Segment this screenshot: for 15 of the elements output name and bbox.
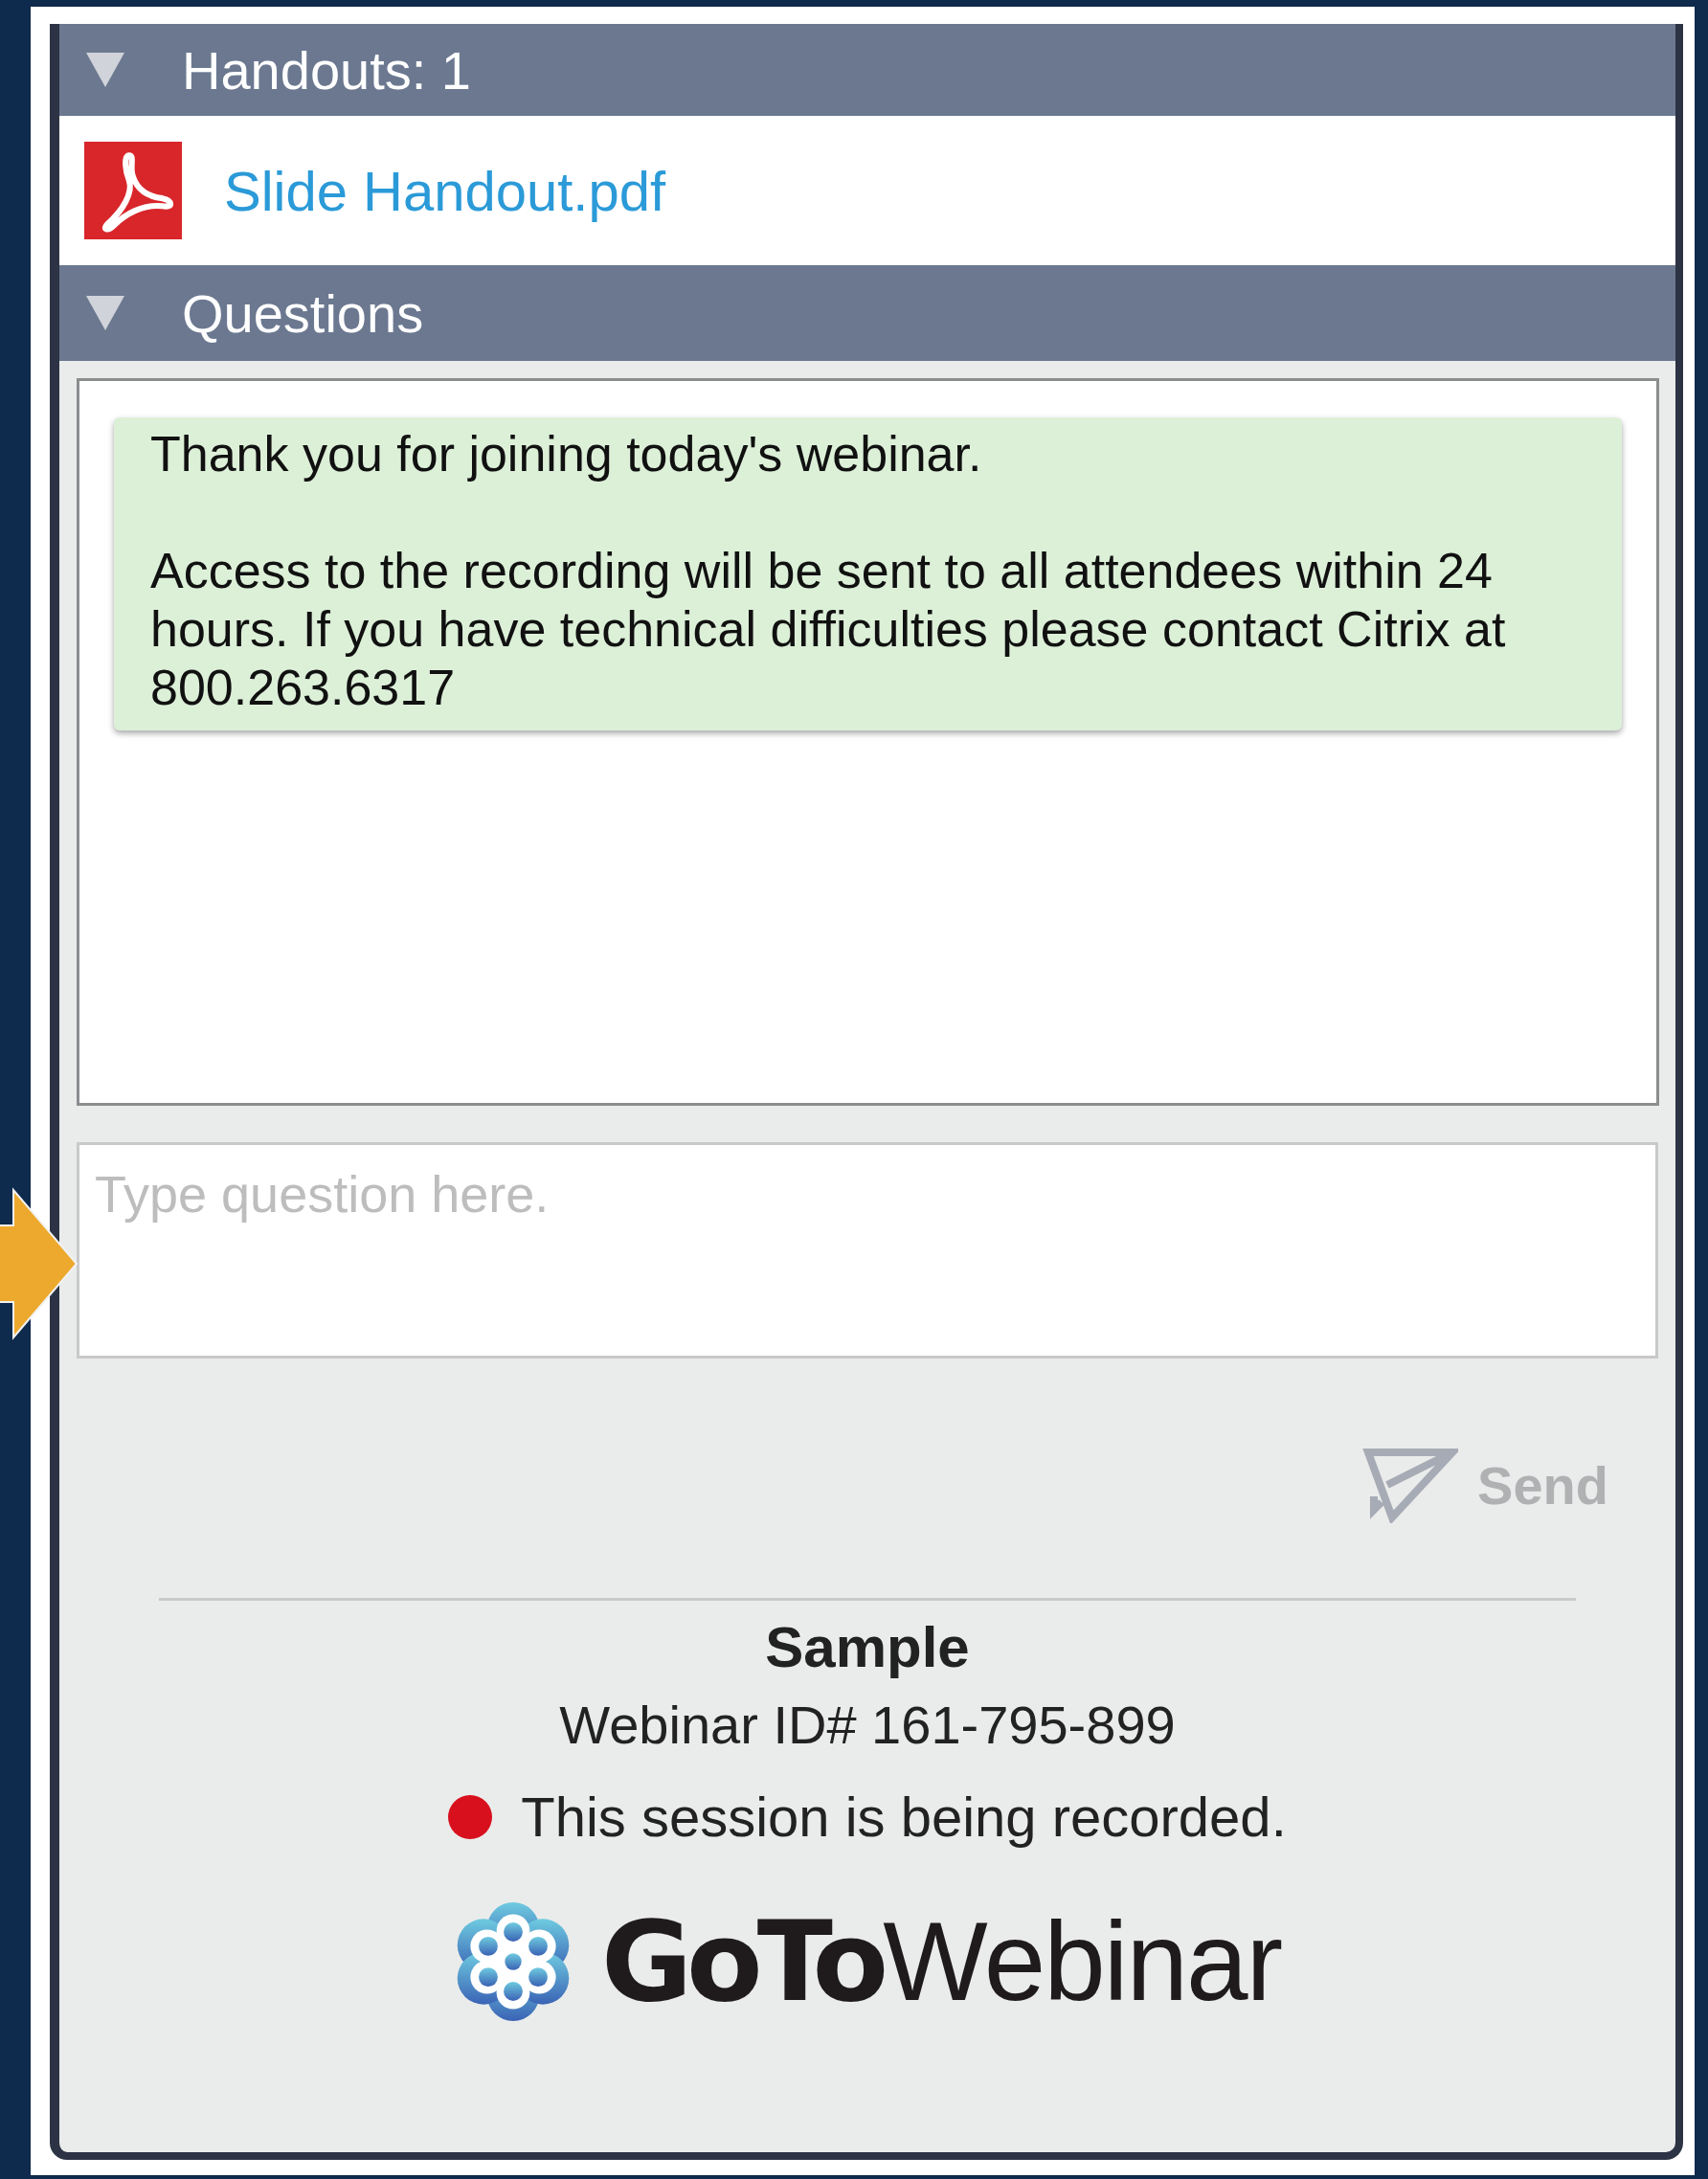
session-title: Sample bbox=[765, 1614, 970, 1680]
paper-plane-icon bbox=[1362, 1447, 1459, 1523]
section-title: Handouts: 1 bbox=[182, 38, 471, 101]
disclosure-triangle-icon bbox=[86, 296, 124, 330]
webinar-id-text: Webinar ID# 161-795-899 bbox=[559, 1694, 1176, 1756]
message-text: Access to the recording will be sent to all attendees within 24 hours. If you have technical difficulties please contact Citrix at 800.263.6317 bbox=[150, 542, 1507, 717]
pdf-file-icon bbox=[84, 142, 182, 239]
file-link[interactable]: Slide Handout.pdf bbox=[224, 158, 666, 223]
section-header[interactable]: Questions bbox=[59, 265, 1675, 361]
message-text: Thank you for joining today's webinar. bbox=[150, 425, 983, 483]
question-input-field[interactable]: Type question here. bbox=[77, 1142, 1658, 1359]
recording-status-text: This session is being recorded. bbox=[521, 1785, 1287, 1849]
logo-wordmark: GoToWebinar bbox=[600, 1897, 1282, 2026]
section-title: Questions bbox=[182, 281, 424, 345]
section-header[interactable]: Handouts: 1 bbox=[59, 24, 1675, 116]
